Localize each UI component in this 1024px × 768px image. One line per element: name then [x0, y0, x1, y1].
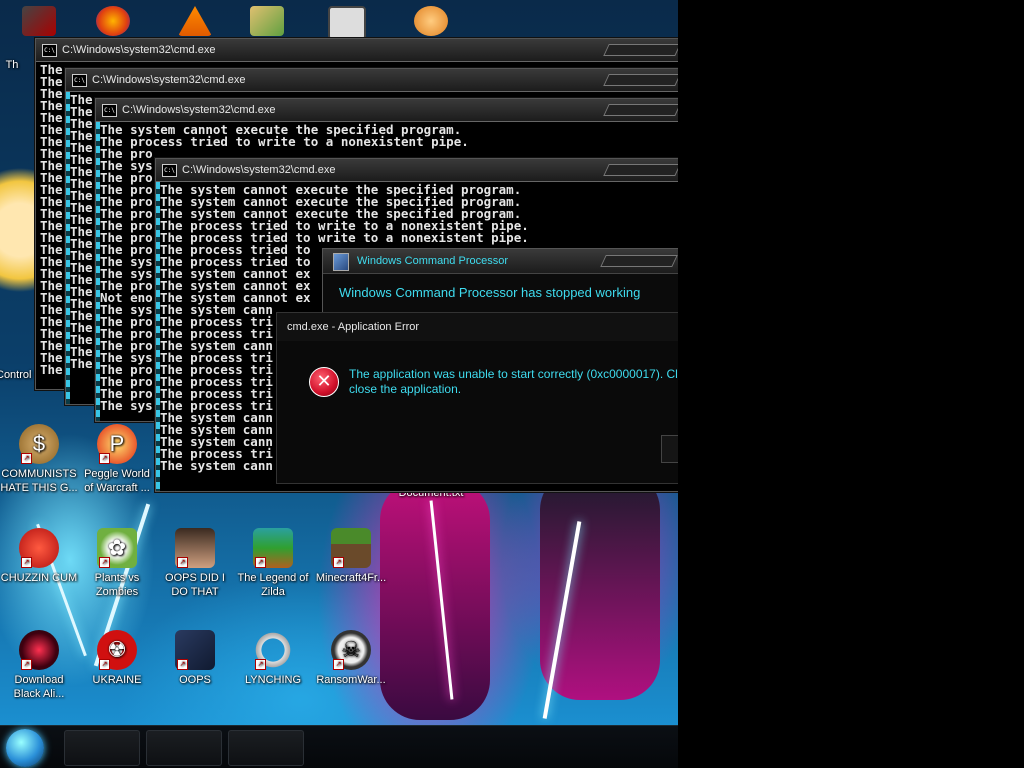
window-titlebar[interactable]: C:\ C:\Windows\system32\cmd.exe [66, 69, 678, 92]
desktop-icon-communists[interactable]: $ ↗ COMMUNISTS HATE THIS G... [0, 424, 78, 495]
desktop-icon-label: COMMUNISTS HATE THIS G... [0, 468, 78, 494]
window-title: C:\Windows\system32\cmd.exe [182, 164, 336, 176]
noose-icon: ↗ [253, 630, 293, 670]
chuzzle-icon: ↗ [19, 528, 59, 568]
window-title: C:\Windows\system32\cmd.exe [92, 74, 246, 86]
radiation-icon: ☢ ↗ [97, 630, 137, 670]
desktop-icon-oops-did-i[interactable]: ↗ OOPS DID I DO THAT [156, 528, 234, 599]
window-titlebar[interactable]: Windows Command Processor [323, 249, 678, 274]
app-icon[interactable] [250, 6, 284, 36]
error-icon: ✕ [309, 367, 339, 397]
cmd-icon: C:\ [42, 44, 57, 57]
app-icon[interactable] [328, 6, 366, 40]
money-bag-icon: $ ↗ [19, 424, 59, 464]
app-icon[interactable] [414, 6, 448, 36]
desktop-icon-minecraft[interactable]: ↗ Minecraft4Fr... [312, 528, 390, 585]
peggle-icon: P ↗ [97, 424, 137, 464]
grass-block-icon: ↗ [331, 528, 371, 568]
book-icon: ↗ [175, 630, 215, 670]
application-error-dialog[interactable]: cmd.exe - Application Error ✕ The applic… [276, 312, 678, 484]
desktop-icon-ukraine[interactable]: ☢ ↗ UKRAINE [78, 630, 156, 687]
skull-icon: ☠ ↗ [331, 630, 371, 670]
titlebar-decoration [603, 104, 678, 116]
window-title: Windows Command Processor [357, 255, 508, 267]
wallpaper-figure [380, 480, 490, 720]
console-line: The process tried to write to a nonexist… [100, 134, 469, 149]
window-titlebar[interactable]: C:\ C:\Windows\system32\cmd.exe [96, 99, 678, 122]
desktop-icon-label-partial: Th [5, 59, 19, 71]
taskbar-button[interactable] [64, 730, 140, 766]
desktop-icon-label: Peggle World of Warcraft ... [84, 468, 150, 494]
cmd-icon: C:\ [162, 164, 177, 177]
error-message: The application was unable to start corr… [349, 367, 678, 397]
error-message-line: The application was unable to start corr… [349, 367, 678, 381]
window-title: C:\Windows\system32\cmd.exe [62, 44, 216, 56]
shortcut-arrow-icon: ↗ [177, 557, 188, 568]
shortcut-arrow-icon: ↗ [21, 453, 32, 464]
shortcut-arrow-icon: ↗ [333, 659, 344, 670]
titlebar-decoration [603, 44, 678, 56]
shortcut-arrow-icon: ↗ [255, 557, 266, 568]
ok-button[interactable] [661, 435, 678, 463]
desktop-icon-legend-of-zilda[interactable]: ↗ The Legend of Zilda [234, 528, 312, 599]
desktop-icon-ransomware[interactable]: ☠ ↗ RansomWar... [312, 630, 390, 687]
desktop-icon-lynching[interactable]: ↗ LYNCHING [234, 630, 312, 687]
shortcut-arrow-icon: ↗ [177, 659, 188, 670]
titlebar-decoration [603, 164, 678, 176]
titlebar-decoration [600, 255, 678, 267]
desktop-icon-chuzzin[interactable]: ↗ CHUZZIN CUM [0, 528, 78, 585]
window-titlebar[interactable]: C:\ C:\Windows\system32\cmd.exe [156, 159, 678, 182]
cmd-icon: C:\ [72, 74, 87, 87]
window-titlebar[interactable]: C:\ C:\Windows\system32\cmd.exe [36, 39, 678, 62]
start-button[interactable] [6, 729, 44, 767]
desktop-icon-label: Minecraft4Fr... [315, 572, 387, 584]
app-icon [333, 253, 349, 271]
desktop-icon-oops[interactable]: ↗ OOPS [156, 630, 234, 687]
shortcut-arrow-icon: ↗ [333, 557, 344, 568]
desktop-icon-label: CHUZZIN CUM [0, 572, 78, 584]
flower-icon: ✿ ↗ [97, 528, 137, 568]
desktop-icon-label: LYNCHING [244, 674, 302, 686]
taskbar-button[interactable] [228, 730, 304, 766]
shortcut-arrow-icon: ↗ [99, 557, 110, 568]
shortcut-arrow-icon: ↗ [21, 659, 32, 670]
taskbar [0, 725, 678, 768]
desktop-icon-plants-vs-zombies[interactable]: ✿ ↗ Plants vs Zombies [78, 528, 156, 599]
shortcut-arrow-icon: ↗ [21, 557, 32, 568]
desktop-icon-label: The Legend of Zilda [237, 572, 309, 598]
desktop-icon-label: OOPS [179, 674, 211, 686]
taskbar-button[interactable] [146, 730, 222, 766]
shortcut-arrow-icon: ↗ [99, 453, 110, 464]
shortcut-arrow-icon: ↗ [99, 659, 110, 670]
desktop-screen: Th Control Pa $ ↗ COMMUNISTS HATE THIS G.… [0, 0, 678, 768]
desktop-icon-peggle[interactable]: P ↗ Peggle World of Warcraft ... [78, 424, 156, 495]
desktop-icon-label: UKRAINE [92, 674, 142, 686]
desktop-icon-label: Download Black Ali... [13, 674, 65, 700]
desktop-icon-label: RansomWar... [316, 674, 386, 686]
error-message-line: close the application. [349, 382, 462, 396]
desktop-icon-partial[interactable] [22, 6, 56, 36]
cmd-icon: C:\ [102, 104, 117, 117]
portrait-icon: ↗ [175, 528, 215, 568]
firefox-icon[interactable] [96, 6, 130, 36]
window-title: C:\Windows\system32\cmd.exe [122, 104, 276, 116]
wallpaper-figure [540, 470, 660, 700]
window-titlebar[interactable]: cmd.exe - Application Error [277, 313, 678, 341]
shortcut-arrow-icon: ↗ [255, 659, 266, 670]
titlebar-decoration [603, 74, 678, 86]
desktop-icon-label: Plants vs Zombies [94, 572, 140, 598]
desktop-icon-download-black[interactable]: ↗ Download Black Ali... [0, 630, 78, 701]
window-title: cmd.exe - Application Error [287, 321, 420, 333]
dark-orb-icon: ↗ [19, 630, 59, 670]
pixel-hero-icon: ↗ [253, 528, 293, 568]
wcp-message: Windows Command Processor has stopped wo… [339, 285, 641, 300]
desktop-icon-label: OOPS DID I DO THAT [165, 572, 225, 598]
